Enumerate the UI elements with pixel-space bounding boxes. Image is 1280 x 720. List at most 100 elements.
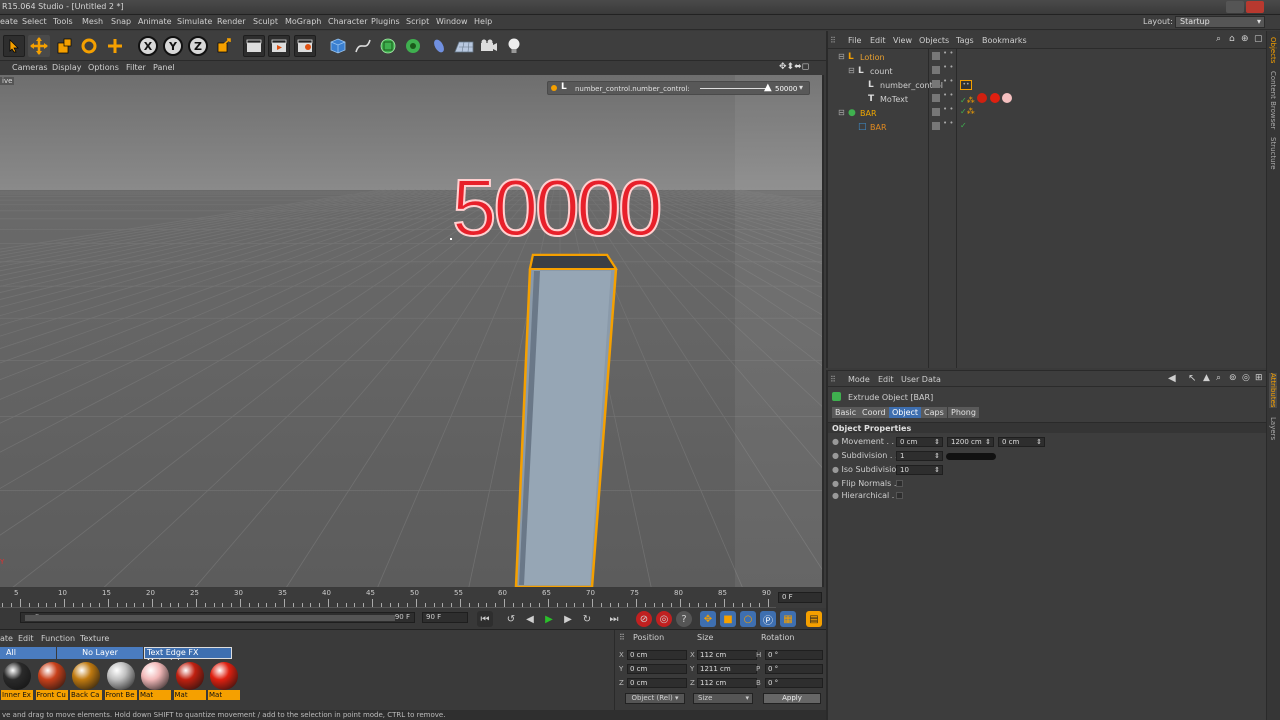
expand-toggle-icon[interactable]: ⊟ (848, 66, 855, 75)
hud-slider-handle[interactable]: ▲ (764, 83, 772, 93)
coord-position-field[interactable]: 0 cm (627, 650, 687, 660)
x-axis-lock-button[interactable]: X (137, 35, 159, 57)
enabled-check-icon[interactable]: ✓ (960, 121, 967, 133)
menu-mesh[interactable]: Mesh (82, 17, 103, 26)
key-pla-button[interactable]: ▦ (780, 611, 796, 627)
back-arrow-icon[interactable]: ◀ (1168, 373, 1176, 384)
mat-menu-function[interactable]: Function (41, 634, 75, 643)
apply-button[interactable]: Apply (763, 693, 821, 704)
add-cube-button[interactable] (327, 35, 349, 57)
key-rotation-button[interactable]: ○ (740, 611, 756, 627)
coord-rotation-field[interactable]: 0 ° (765, 650, 823, 660)
keyframe-selection-button[interactable]: ? (676, 611, 692, 627)
tab-object[interactable]: Object (889, 407, 922, 418)
filter-icon[interactable]: ⊕ (1241, 34, 1249, 44)
current-frame-field[interactable]: 0 F (778, 592, 822, 603)
menu-create[interactable]: eate (0, 17, 18, 26)
viewport-menu-display[interactable]: Display (52, 63, 82, 72)
spline-pen-button[interactable] (352, 35, 374, 57)
layer-icon[interactable] (932, 122, 940, 130)
subdivision-slider[interactable] (946, 453, 996, 460)
play-button[interactable]: ▶ (541, 611, 557, 627)
visibility-dots-icon[interactable]: • • (943, 50, 953, 57)
coord-size-select[interactable]: Size ▾ (693, 693, 753, 704)
array-button[interactable] (402, 35, 424, 57)
coord-size-field[interactable]: 112 cm (697, 650, 757, 660)
viewport-menu-options[interactable]: Options (88, 63, 119, 72)
previous-key-button[interactable]: ↺ (503, 611, 519, 627)
object-name[interactable]: BAR (860, 109, 877, 118)
material-swatch[interactable]: Front Be (104, 662, 137, 702)
visibility-dots-icon[interactable]: • • (943, 120, 953, 127)
bar-extrude-object[interactable] (510, 251, 630, 587)
object-row[interactable]: ⊟ L Lotion • • (828, 50, 1268, 65)
mat-menu-create[interactable]: ate (0, 634, 13, 643)
object-name[interactable]: count (870, 67, 893, 76)
key-scale-button[interactable]: ■ (720, 611, 736, 627)
go-to-start-button[interactable]: ⏮ (477, 611, 493, 627)
om-menu-tags[interactable]: Tags (956, 36, 974, 45)
am-menu-edit[interactable]: Edit (878, 375, 894, 384)
coord-rotation-field[interactable]: 0 ° (765, 678, 823, 688)
layer-icon[interactable] (932, 108, 940, 116)
userdata-tag-icon[interactable]: •• (960, 79, 972, 91)
search-icon[interactable]: ⌕ (1216, 34, 1221, 44)
object-row[interactable]: ⊟ Lcount • • (828, 64, 1268, 79)
subdivision-field[interactable]: 1 ⇕ (896, 451, 943, 461)
xpresso-tag-icon[interactable]: ✓⁂ (960, 107, 975, 119)
key-parameter-button[interactable]: Ⓟ (760, 611, 776, 627)
filter-all[interactable]: All (0, 647, 56, 659)
viewport-menu-filter[interactable]: Filter (126, 63, 146, 72)
close-button[interactable] (1246, 1, 1264, 13)
filter-text-edge-fx[interactable]: Text Edge FX Materials (144, 647, 232, 667)
om-menu-bookmarks[interactable]: Bookmarks (982, 36, 1027, 45)
go-to-end-button[interactable]: ⏭ (606, 611, 622, 627)
home-icon[interactable]: ⌂ (1229, 34, 1235, 44)
om-menu-edit[interactable]: Edit (870, 36, 886, 45)
timeline-window-button[interactable]: ▤ (806, 611, 822, 627)
subdivision-surface-button[interactable] (377, 35, 399, 57)
layer-icon[interactable] (932, 94, 940, 102)
z-axis-lock-button[interactable]: Z (187, 35, 209, 57)
object-row[interactable]: □ BAR • • (828, 120, 1268, 135)
mat-menu-edit[interactable]: Edit (18, 634, 34, 643)
menu-sculpt[interactable]: Sculpt (253, 17, 278, 26)
visibility-dots-icon[interactable]: • • (943, 78, 953, 85)
menu-mograph[interactable]: MoGraph (285, 17, 321, 26)
expand-toggle-icon[interactable]: ⊟ (838, 108, 845, 117)
menu-plugins[interactable]: Plugins (371, 17, 400, 26)
material-swatch[interactable]: Mat (139, 662, 171, 702)
material-tags[interactable]: ✓⁂ (960, 93, 1013, 105)
3d-viewport[interactable]: ive L number_control.number_control: ▲ 5… (0, 75, 824, 587)
side-tab-attributes[interactable]: Attributes (1269, 373, 1277, 408)
coord-size-field[interactable]: 112 cm (697, 678, 757, 688)
object-name[interactable]: MoText (880, 95, 908, 104)
render-picture-viewer-button[interactable] (268, 35, 290, 57)
layer-icon[interactable] (932, 66, 940, 74)
coord-size-field[interactable]: 1211 cm (697, 664, 757, 674)
timeline-ruler[interactable]: 5 10 15 20 25 30 35 40 45 50 55 60 65 70 75 80 85 90 0 F (0, 588, 826, 608)
filter-no-layer[interactable]: No Layer (57, 647, 143, 659)
transform-button[interactable] (104, 35, 126, 57)
camera-button[interactable] (478, 35, 500, 57)
flip-normals-checkbox[interactable] (896, 480, 903, 487)
mat-menu-texture[interactable]: Texture (80, 634, 109, 643)
material-swatch[interactable]: Mat (208, 662, 240, 702)
object-name[interactable]: BAR (870, 123, 887, 132)
menu-tools[interactable]: Tools (53, 17, 73, 26)
coordinate-system-button[interactable] (213, 35, 235, 57)
material-swatch[interactable]: Mat (173, 662, 206, 702)
next-frame-button[interactable]: ▶ (560, 611, 576, 627)
menu-animate[interactable]: Animate (138, 17, 172, 26)
movement-y-field[interactable]: 1200 cm ⇕ (947, 437, 994, 447)
move-button[interactable] (28, 35, 50, 57)
menu-snap[interactable]: Snap (111, 17, 131, 26)
om-menu-view[interactable]: View (893, 36, 912, 45)
visibility-dots-icon[interactable]: • • (943, 106, 953, 113)
viewport-nav-icons[interactable]: ✥⬍⬌◻ (779, 62, 809, 72)
layer-icon[interactable] (932, 80, 940, 88)
object-row[interactable]: Lnumber_control • • (828, 78, 1268, 93)
side-tab-content-browser[interactable]: Content Browser (1269, 71, 1277, 129)
next-key-button[interactable]: ↻ (579, 611, 595, 627)
render-settings-button[interactable] (294, 35, 316, 57)
